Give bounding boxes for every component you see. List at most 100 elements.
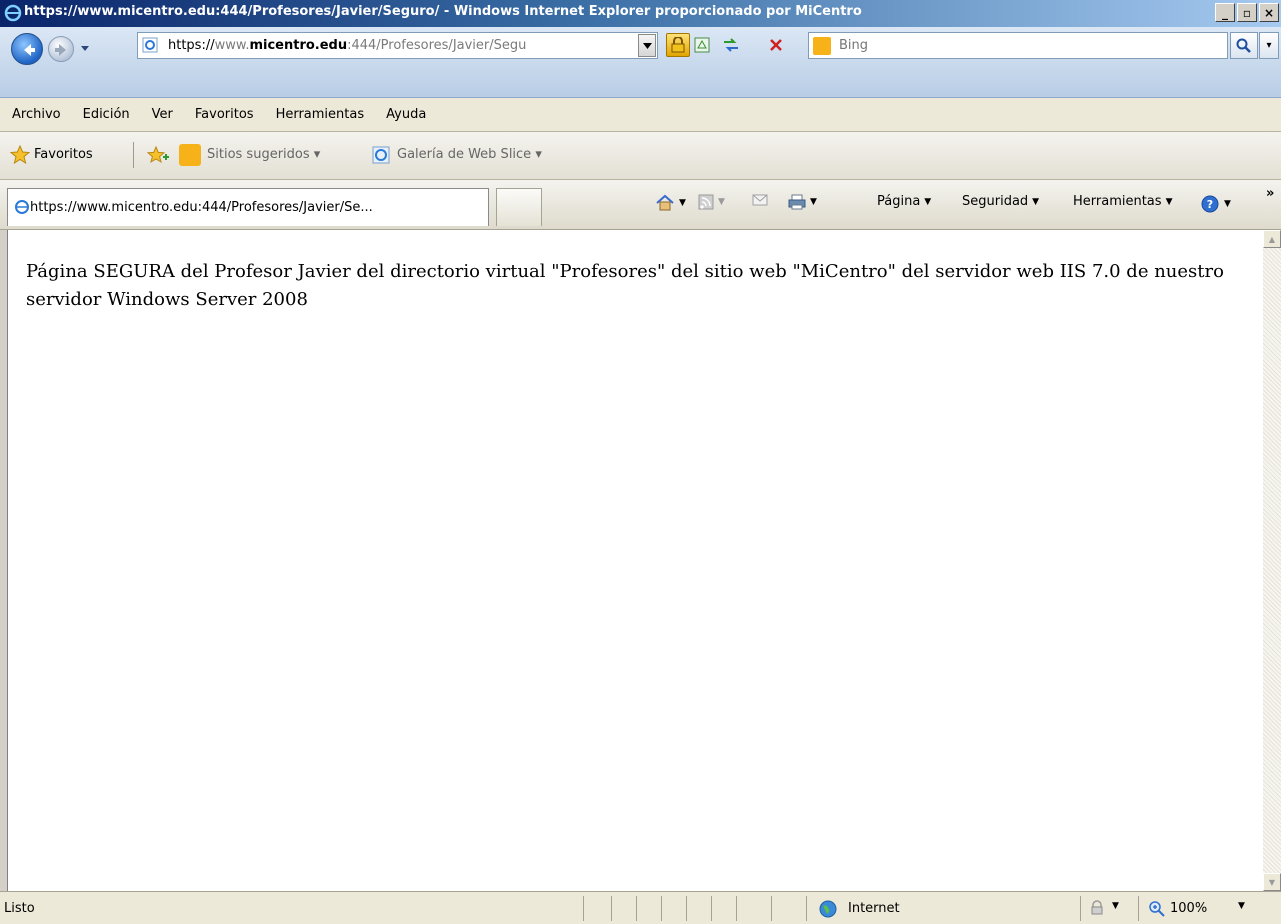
refresh-icon	[724, 38, 738, 52]
compatibility-view-button[interactable]	[690, 33, 714, 57]
status-text: Listo	[4, 901, 35, 916]
tab-title: https://www.micentro.edu:444/Profesores/…	[30, 200, 373, 215]
page-menu-button[interactable]: Página ▼	[877, 194, 931, 209]
internet-zone-icon	[819, 900, 837, 918]
ie-page-icon	[15, 200, 29, 214]
printer-icon	[788, 194, 806, 210]
navigation-bar: https://www.micentro.edu:444/Profesores/…	[0, 27, 1281, 98]
status-pane-divider	[636, 896, 637, 921]
zoom-level[interactable]: 100%	[1170, 901, 1207, 916]
page-menu-label: Página	[877, 194, 921, 209]
add-to-favorites-icon[interactable]	[146, 145, 170, 165]
security-lock-icon[interactable]	[666, 33, 690, 57]
restore-button[interactable]: ▫	[1237, 3, 1257, 22]
chevron-down-icon[interactable]: ▼	[1112, 901, 1119, 911]
chevron-down-icon[interactable]: ▼	[1238, 901, 1245, 911]
stop-button[interactable]	[764, 33, 788, 57]
scroll-down-button[interactable]: ▼	[1263, 873, 1281, 891]
chevron-down-icon: ▼	[1224, 199, 1231, 209]
help-button[interactable]: ? ▼	[1200, 194, 1231, 214]
back-button[interactable]	[11, 33, 43, 65]
status-pane-divider	[771, 896, 772, 921]
read-mail-button[interactable]	[752, 194, 768, 206]
search-button[interactable]	[1230, 32, 1258, 59]
bing-logo-icon	[813, 37, 831, 55]
status-pane-divider	[661, 896, 662, 921]
home-button[interactable]: ▼	[655, 194, 686, 212]
address-row: https://www.micentro.edu:444/Profesores/…	[0, 27, 1281, 73]
favorites-separator	[133, 142, 134, 168]
status-pane-divider	[711, 896, 712, 921]
tools-menu-label: Herramientas	[1073, 194, 1162, 209]
mail-icon	[752, 194, 768, 206]
address-dropdown-button[interactable]	[638, 34, 656, 57]
suggested-sites-button[interactable]: Sitios sugeridos ▾	[207, 147, 320, 162]
zoom-icon[interactable]	[1148, 900, 1166, 918]
url-path: :444/Profesores/Javier/Segu	[347, 38, 527, 53]
stop-icon	[770, 39, 782, 51]
status-pane-divider	[583, 896, 584, 921]
page-body-text: Página SEGURA del Profesor Javier del di…	[26, 261, 1224, 310]
lock-icon	[671, 37, 685, 53]
back-arrow-icon	[24, 44, 35, 56]
page-icon	[142, 37, 158, 53]
menu-edicion[interactable]: Edición	[83, 107, 130, 122]
menu-favoritos[interactable]: Favoritos	[195, 107, 254, 122]
address-bar[interactable]: https://www.micentro.edu:444/Profesores/…	[137, 32, 658, 59]
search-options-button[interactable]: ▾	[1259, 32, 1279, 59]
chevron-down-icon: ▼	[1032, 196, 1040, 207]
search-input[interactable]	[839, 38, 1219, 53]
menu-herramientas[interactable]: Herramientas	[276, 107, 365, 122]
refresh-button[interactable]	[719, 33, 743, 57]
tab-current[interactable]: https://www.micentro.edu:444/Profesores/…	[7, 188, 489, 226]
toolbar-overflow-button[interactable]: »	[1266, 186, 1274, 201]
url-scheme: https://	[168, 38, 215, 53]
close-button[interactable]: ×	[1259, 3, 1279, 22]
window-title: https://www.micentro.edu:444/Profesores/…	[24, 4, 862, 19]
webslice-gallery-button[interactable]: Galería de Web Slice ▾	[397, 147, 542, 162]
minimize-button[interactable]: _	[1215, 3, 1235, 22]
search-box[interactable]	[808, 32, 1228, 59]
svg-text:?: ?	[1207, 198, 1213, 211]
scroll-up-button[interactable]: ▲	[1263, 230, 1281, 248]
security-menu-button[interactable]: Seguridad ▼	[962, 194, 1039, 209]
chevron-down-icon: ▼	[1165, 196, 1173, 207]
tab-bar: https://www.micentro.edu:444/Profesores/…	[0, 180, 1281, 230]
chevron-down-icon: ▼	[810, 197, 817, 207]
menu-ayuda[interactable]: Ayuda	[386, 107, 426, 122]
menu-ver[interactable]: Ver	[152, 107, 173, 122]
compatibility-view-icon	[694, 37, 710, 53]
tools-menu-button[interactable]: Herramientas ▼	[1073, 194, 1172, 209]
recent-pages-dropdown-icon[interactable]	[80, 43, 90, 53]
status-pane-divider	[686, 896, 687, 921]
favorites-bar: Favoritos Sitios sugeridos ▾ Galería de …	[0, 132, 1281, 180]
security-zone-label[interactable]: Internet	[848, 901, 900, 916]
url-host: micentro.edu	[249, 38, 348, 53]
address-url[interactable]: https://www.micentro.edu:444/Profesores/…	[168, 38, 636, 53]
ie-logo-icon	[4, 4, 22, 22]
forward-button[interactable]	[48, 36, 74, 62]
menu-archivo[interactable]: Archivo	[12, 107, 61, 122]
status-pane-divider	[806, 896, 807, 921]
status-pane-divider	[736, 896, 737, 921]
title-bar: https://www.micentro.edu:444/Profesores/…	[0, 0, 1281, 27]
chevron-down-icon	[642, 42, 652, 49]
status-bar: Listo Internet ▼ 100% ▼	[0, 891, 1281, 924]
new-tab-button[interactable]	[496, 188, 542, 226]
chevron-down-icon: ▼	[679, 198, 686, 208]
print-button[interactable]: ▼	[788, 194, 817, 210]
vertical-scrollbar[interactable]: ▲ ▼	[1263, 230, 1281, 891]
favorites-button[interactable]: Favoritos	[34, 147, 93, 162]
url-www: www.	[214, 38, 250, 53]
suggested-sites-icon	[179, 144, 201, 166]
scroll-down-arrow-icon: ▼	[1268, 877, 1276, 887]
scroll-up-arrow-icon: ▲	[1268, 234, 1276, 244]
chevron-down-icon: ▾	[1266, 40, 1272, 51]
rss-feed-icon	[698, 194, 714, 210]
feeds-button[interactable]: ▼	[698, 194, 725, 210]
favorites-star-icon[interactable]	[10, 145, 30, 165]
menu-bar: Archivo Edición Ver Favoritos Herramient…	[0, 98, 1281, 132]
status-pane-divider	[611, 896, 612, 921]
protected-mode-icon[interactable]	[1090, 900, 1106, 916]
help-icon: ?	[1201, 195, 1219, 213]
